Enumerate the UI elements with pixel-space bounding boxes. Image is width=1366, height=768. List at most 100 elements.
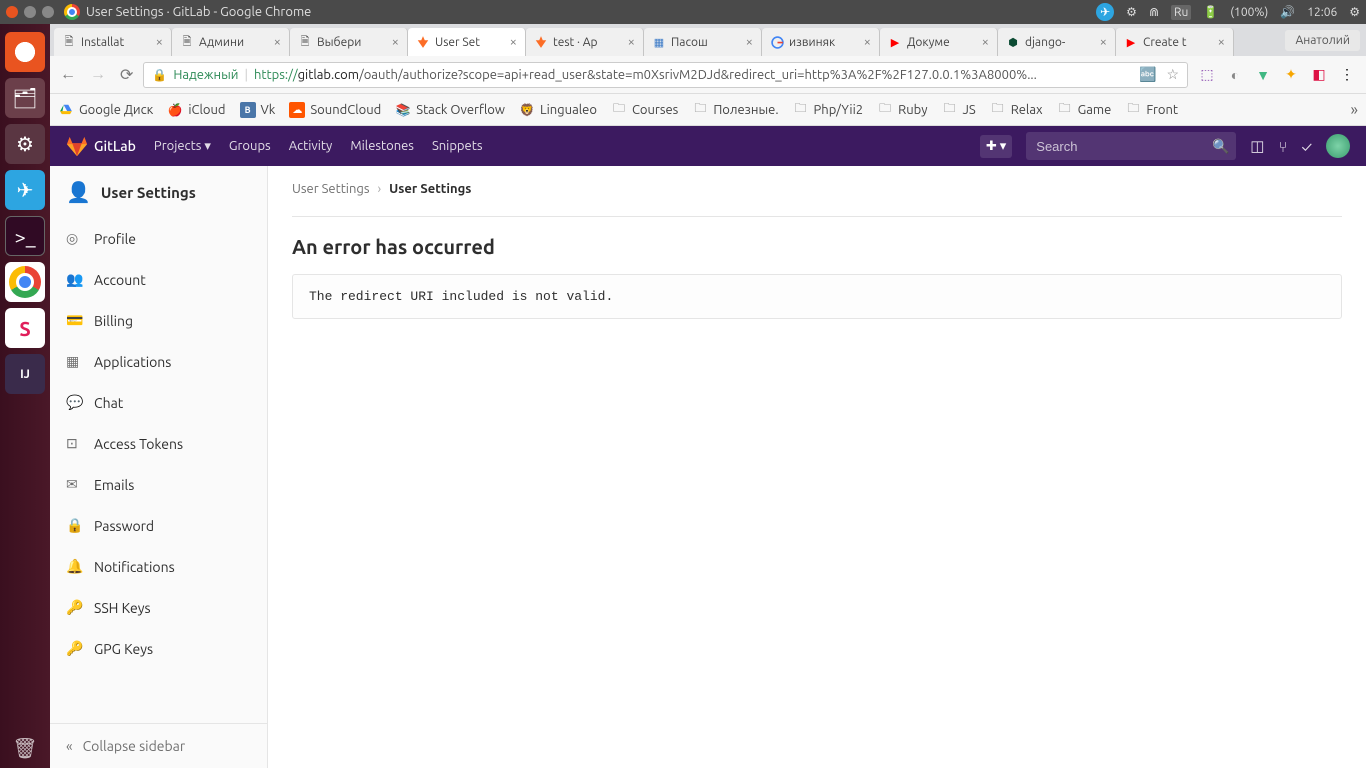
wifi-indicator-icon[interactable]: ⋒ xyxy=(1149,5,1159,19)
sidebar-item-emails[interactable]: ✉Emails xyxy=(50,464,267,505)
tab-close-icon[interactable]: × xyxy=(156,35,163,49)
chrome-menu-icon[interactable]: ⋮ xyxy=(1338,66,1356,84)
tab-close-icon[interactable]: × xyxy=(746,35,753,49)
bookmark-folder[interactable]: 🗀Game xyxy=(1057,102,1112,118)
bookmark-star-icon[interactable]: ☆ xyxy=(1166,66,1179,83)
dock-telegram-icon[interactable]: ✈ xyxy=(5,170,45,210)
todos-icon[interactable]: ✓ xyxy=(1301,138,1312,155)
browser-tab[interactable]: ⬢django-× xyxy=(998,28,1116,56)
nav-snippets[interactable]: Snippets xyxy=(432,139,483,153)
sidebar-item-account[interactable]: 👥Account xyxy=(50,259,267,300)
breadcrumb-parent[interactable]: User Settings xyxy=(292,182,370,196)
ext-icon[interactable]: ✦ xyxy=(1282,66,1300,84)
chrome-icon xyxy=(64,4,80,20)
dock-dash-icon[interactable] xyxy=(5,32,45,72)
tab-close-icon[interactable]: × xyxy=(864,35,871,49)
browser-tab[interactable]: ▶Create t× xyxy=(1116,28,1234,56)
dock-chrome-icon[interactable] xyxy=(5,262,45,302)
sidebar-item-access-tokens[interactable]: ⊡Access Tokens xyxy=(50,423,267,464)
new-button[interactable]: ✚▾ xyxy=(980,135,1012,158)
bookmark-folder[interactable]: 🗀Courses xyxy=(611,102,678,118)
tab-close-icon[interactable]: × xyxy=(628,35,635,49)
bookmark-folder[interactable]: 🗀Front xyxy=(1125,102,1178,118)
issues-icon[interactable]: ◫ xyxy=(1250,137,1264,155)
collapse-sidebar-button[interactable]: « Collapse sidebar xyxy=(50,723,267,768)
tab-close-icon[interactable]: × xyxy=(982,35,989,49)
dock-slack-icon[interactable]: S xyxy=(5,308,45,348)
ext-vue-icon[interactable]: ▼ xyxy=(1254,66,1272,84)
bookmark-folder[interactable]: 🗀JS xyxy=(941,102,975,118)
tab-close-icon[interactable]: × xyxy=(274,35,281,49)
sidebar-item-profile[interactable]: ◎Profile xyxy=(50,218,267,259)
browser-tab[interactable]: ▶Докуме× xyxy=(880,28,998,56)
translate-icon[interactable]: 🔤 xyxy=(1139,66,1156,83)
gitlab-header: GitLab Projects ▾ Groups Activity Milest… xyxy=(50,126,1366,166)
browser-tab[interactable]: 🗎Installat× xyxy=(54,28,172,56)
gitlab-logo[interactable]: GitLab xyxy=(66,135,136,157)
dock-files-icon[interactable]: 🗂 xyxy=(5,78,45,118)
url-box[interactable]: 🔒 Надежный | https://gitlab.com/oauth/au… xyxy=(143,62,1188,88)
ext-icon[interactable]: ◐ xyxy=(1226,66,1244,84)
nav-milestones[interactable]: Milestones xyxy=(350,139,414,153)
nav-projects[interactable]: Projects ▾ xyxy=(154,139,211,154)
sidebar-item-ssh-keys[interactable]: 🔑SSH Keys xyxy=(50,587,267,628)
bookmark-item[interactable]: 📚Stack Overflow xyxy=(395,102,505,118)
nav-groups[interactable]: Groups xyxy=(229,139,271,153)
dock-settings-icon[interactable]: ⚙ xyxy=(5,124,45,164)
gitlab-page: GitLab Projects ▾ Groups Activity Milest… xyxy=(50,126,1366,768)
sidebar-item-billing[interactable]: 💳Billing xyxy=(50,300,267,341)
nav-forward-icon[interactable]: → xyxy=(90,65,106,84)
nav-back-icon[interactable]: ← xyxy=(60,65,76,84)
browser-tab-active[interactable]: User Set× xyxy=(408,28,526,56)
window-close-button[interactable] xyxy=(6,6,18,18)
dock-terminal-icon[interactable]: >_ xyxy=(5,216,45,256)
tab-close-icon[interactable]: × xyxy=(1100,35,1107,49)
bookmark-item[interactable]: BVk xyxy=(240,102,276,118)
key-icon: 🔑 xyxy=(66,599,82,616)
sidebar-item-chat[interactable]: 💬Chat xyxy=(50,382,267,423)
bookmark-folder[interactable]: 🗀Relax xyxy=(990,102,1043,118)
window-minimize-button[interactable] xyxy=(24,6,36,18)
chrome-window: 🗎Installat× 🗎Админи× 🗎Выбери× User Set× … xyxy=(50,24,1366,768)
browser-tab[interactable]: извиняк× xyxy=(762,28,880,56)
bookmark-folder[interactable]: 🗀Полезные. xyxy=(692,102,778,118)
browser-tab[interactable]: 🗎Админи× xyxy=(172,28,290,56)
dock-trash-icon[interactable]: 🗑 xyxy=(5,728,45,768)
bookmark-folder[interactable]: 🗀Ruby xyxy=(877,102,927,118)
settings-indicator-icon[interactable]: ⚙ xyxy=(1126,5,1137,19)
chat-icon: 💬 xyxy=(66,394,82,411)
tab-close-icon[interactable]: × xyxy=(510,35,517,49)
search-input[interactable] xyxy=(1036,139,1212,154)
sidebar-item-gpg-keys[interactable]: 🔑GPG Keys xyxy=(50,628,267,669)
sidebar-item-notifications[interactable]: 🔔Notifications xyxy=(50,546,267,587)
power-indicator-icon[interactable]: ⚙ xyxy=(1349,5,1360,19)
chrome-profile-badge[interactable]: Анатолий xyxy=(1285,30,1360,51)
search-box[interactable]: 🔍 xyxy=(1026,132,1236,160)
user-avatar[interactable] xyxy=(1326,134,1350,158)
browser-tab[interactable]: 🗎Выбери× xyxy=(290,28,408,56)
ext-icon[interactable]: ⬚ xyxy=(1198,66,1216,84)
merge-requests-icon[interactable]: ⑂ xyxy=(1278,138,1287,155)
keyboard-layout-indicator[interactable]: Ru xyxy=(1171,5,1191,20)
tab-close-icon[interactable]: × xyxy=(392,35,399,49)
ext-icon[interactable]: ◧ xyxy=(1310,66,1328,84)
dock-intellij-icon[interactable]: IJ xyxy=(5,354,45,394)
bookmark-item[interactable]: ☁SoundCloud xyxy=(289,102,381,118)
sidebar-item-applications[interactable]: ▦Applications xyxy=(50,341,267,382)
address-bar: ← → ⟳ 🔒 Надежный | https://gitlab.com/oa… xyxy=(50,56,1366,94)
battery-indicator-icon[interactable]: 🔋 xyxy=(1203,5,1218,19)
bookmark-item[interactable]: Google Диск xyxy=(58,102,153,118)
telegram-indicator-icon[interactable]: ✈ xyxy=(1096,3,1114,21)
bookmarks-overflow-icon[interactable]: » xyxy=(1350,101,1358,119)
volume-indicator-icon[interactable]: 🔊 xyxy=(1280,5,1295,19)
browser-tab[interactable]: test · Ap× xyxy=(526,28,644,56)
bookmark-folder[interactable]: 🗀Php/Yii2 xyxy=(793,102,864,118)
browser-tab[interactable]: ▦Пасош× xyxy=(644,28,762,56)
bookmark-item[interactable]: 🍎iCloud xyxy=(167,102,225,118)
window-maximize-button[interactable] xyxy=(42,6,54,18)
bookmark-item[interactable]: 🦁Lingualeo xyxy=(519,102,597,118)
sidebar-item-password[interactable]: 🔒Password xyxy=(50,505,267,546)
tab-close-icon[interactable]: × xyxy=(1218,35,1225,49)
nav-reload-icon[interactable]: ⟳ xyxy=(120,65,133,84)
nav-activity[interactable]: Activity xyxy=(289,139,333,153)
